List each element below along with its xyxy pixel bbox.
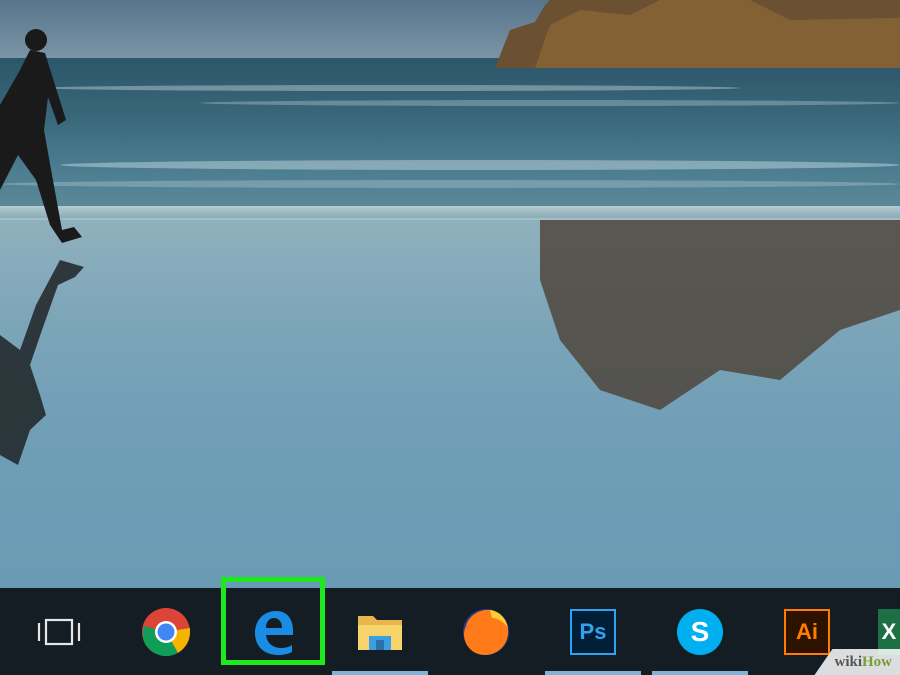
wallpaper-sea bbox=[0, 58, 900, 218]
runner-silhouette bbox=[0, 29, 82, 243]
taskbar: Ps S Ai X bbox=[0, 588, 900, 675]
chrome-icon bbox=[142, 607, 190, 656]
skype-button[interactable]: S bbox=[648, 588, 752, 675]
wallpaper-wave bbox=[200, 100, 900, 106]
watermark-how: How bbox=[862, 653, 892, 670]
running-indicator bbox=[332, 671, 428, 675]
rock-cliff bbox=[495, 0, 900, 68]
chrome-button[interactable] bbox=[114, 588, 218, 675]
wallpaper-wave bbox=[40, 85, 740, 91]
task-view-icon bbox=[37, 618, 81, 645]
file-explorer-button[interactable] bbox=[328, 588, 432, 675]
rock-reflection bbox=[540, 220, 900, 410]
firefox-button[interactable] bbox=[434, 588, 538, 675]
desktop-wallpaper bbox=[0, 0, 900, 588]
photoshop-icon: Ps bbox=[570, 608, 616, 655]
photoshop-button[interactable]: Ps bbox=[541, 588, 645, 675]
watermark-wiki: wiki bbox=[834, 653, 862, 670]
excel-icon: X bbox=[878, 608, 900, 655]
illustrator-icon: Ai bbox=[784, 608, 830, 655]
wallpaper-wave bbox=[60, 160, 900, 170]
folder-icon bbox=[358, 615, 402, 650]
runner-reflection bbox=[0, 260, 84, 465]
running-indicator bbox=[652, 671, 748, 675]
firefox-icon bbox=[463, 608, 509, 655]
edge-highlight-box bbox=[221, 577, 325, 665]
wallpaper-wave bbox=[0, 180, 900, 188]
task-view-button[interactable] bbox=[7, 588, 111, 675]
skype-icon: S bbox=[677, 608, 723, 655]
running-indicator bbox=[545, 671, 641, 675]
